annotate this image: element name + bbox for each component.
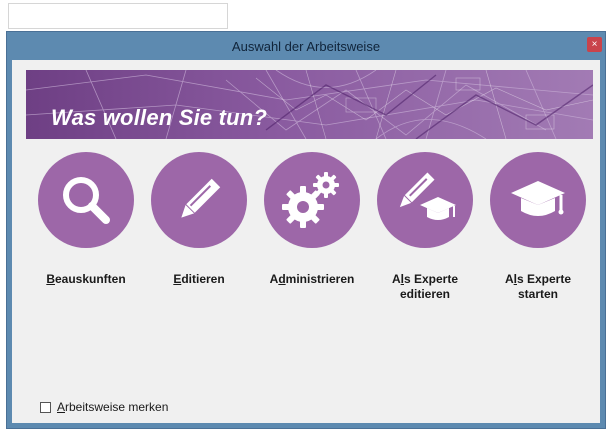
window-title: Auswahl der Arbeitsweise [231,38,381,54]
remember-mode-checkbox[interactable] [40,401,51,413]
dialog-window: Auswahl der Arbeitsweise × Was wollen Si… [6,31,606,429]
action-als-experte-starten[interactable]: Als Experte starten [484,152,592,302]
action-als-experte-editieren[interactable]: Als Experte editieren [371,152,479,302]
action-administrieren[interactable]: Administrieren [258,152,366,287]
action-label: Als Experte editieren [391,272,459,301]
action-label: Editieren [173,272,225,286]
remember-mode-option[interactable]: Arbeitsweise merken [40,400,168,414]
action-list: Beauskunften Editieren Administrieren Al… [12,60,600,423]
close-icon: × [591,38,598,50]
action-label: Beauskunften [46,272,126,286]
gears-icon [264,152,360,248]
title-bar: Auswahl der Arbeitsweise × [7,32,605,60]
action-beauskunften[interactable]: Beauskunften [32,152,140,287]
search-icon [38,152,134,248]
pencil-graduation-cap-icon [377,152,473,248]
action-label: Als Experte starten [504,272,572,301]
background-input-box [8,3,228,29]
close-button[interactable]: × [587,37,602,52]
action-label: Administrieren [269,272,355,286]
action-editieren[interactable]: Editieren [145,152,253,287]
pencil-icon [151,152,247,248]
remember-mode-label: Arbeitsweise merken [57,400,169,414]
graduation-cap-icon [490,152,586,248]
dialog-content: Was wollen Sie tun? Beauskunften Editier… [12,60,600,423]
